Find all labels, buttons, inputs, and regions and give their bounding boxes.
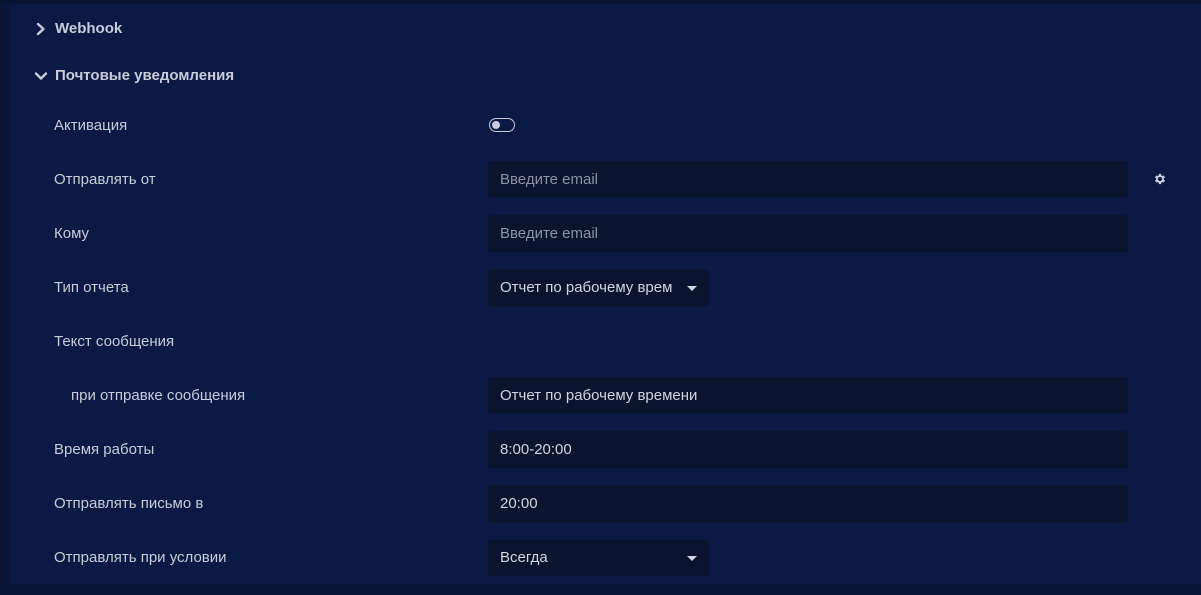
report-type-select[interactable]: Отчет по рабочему врем	[488, 270, 709, 306]
send-condition-value: Всегда	[500, 549, 548, 566]
gear-icon[interactable]	[1153, 172, 1167, 186]
send-from-input[interactable]	[488, 161, 1128, 198]
send-at-label: Отправлять письмо в	[54, 495, 204, 512]
on-send-label: при отправке сообщения	[71, 387, 246, 404]
settings-panel: Webhook Почтовые уведомления Активация О…	[10, 4, 1201, 584]
message-text-label: Текст сообщения	[54, 333, 175, 350]
on-send-message-input[interactable]	[488, 377, 1128, 414]
to-input[interactable]	[488, 215, 1128, 252]
report-type-value: Отчет по рабочему врем	[500, 279, 673, 296]
send-at-input[interactable]	[488, 485, 1128, 522]
section-title-webhook: Webhook	[55, 20, 123, 37]
send-condition-label: Отправлять при условии	[54, 549, 227, 566]
chevron-right-icon	[34, 22, 48, 36]
send-condition-select[interactable]: Всегда	[488, 540, 709, 576]
activation-label: Активация	[54, 117, 128, 134]
send-from-label: Отправлять от	[54, 171, 156, 188]
caret-down-icon	[687, 285, 697, 291]
work-time-input[interactable]	[488, 431, 1128, 468]
section-header-mail-notifications[interactable]: Почтовые уведомления	[34, 67, 234, 84]
bottom-border	[0, 584, 1201, 595]
section-header-webhook[interactable]: Webhook	[34, 20, 122, 37]
chevron-down-icon	[34, 69, 48, 83]
activation-toggle[interactable]	[489, 118, 515, 132]
section-title-mail-notifications: Почтовые уведомления	[55, 67, 235, 84]
to-label: Кому	[54, 225, 90, 242]
report-type-label: Тип отчета	[54, 279, 129, 296]
work-time-label: Время работы	[54, 441, 155, 458]
toggle-knob	[492, 121, 500, 129]
caret-down-icon	[687, 555, 697, 561]
